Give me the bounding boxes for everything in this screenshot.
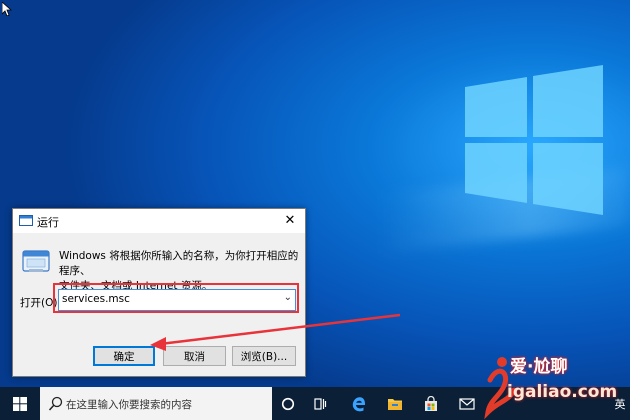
mail-icon (459, 397, 475, 410)
run-large-icon (22, 250, 50, 272)
dialog-title: 运行 (37, 216, 59, 229)
taskbar-search-box[interactable]: 在这里输入你要搜索的内容 (40, 387, 272, 420)
edge-button[interactable] (346, 387, 372, 420)
run-app-icon (19, 215, 33, 226)
store-icon (425, 395, 437, 411)
cancel-button[interactable]: 取消 (163, 346, 226, 366)
cortana-button[interactable] (276, 387, 300, 420)
windows-logo (465, 65, 603, 215)
store-button[interactable] (418, 387, 444, 420)
start-button[interactable] (0, 387, 40, 420)
mail-button[interactable] (454, 387, 480, 420)
windows-start-icon (13, 396, 27, 411)
search-icon (48, 396, 63, 411)
description-line: Windows 将根据你所输入的名称，为你打开相应的程序、 (59, 250, 299, 277)
dialog-titlebar[interactable]: 运行 ✕ (13, 209, 305, 233)
edge-icon (352, 396, 366, 411)
task-view-icon (314, 397, 327, 410)
task-view-button[interactable] (308, 387, 332, 420)
cortana-circle-icon (281, 397, 295, 410)
mouse-cursor-icon (2, 2, 12, 16)
watermark-url: igaliao.com (507, 382, 618, 402)
close-button[interactable]: ✕ (275, 209, 305, 233)
watermark-title: 爱·尬聊 (510, 357, 568, 377)
highlight-box (53, 283, 299, 313)
file-explorer-button[interactable] (382, 387, 408, 420)
browse-button[interactable]: 浏览(B)... (232, 346, 296, 366)
run-dialog: 运行 ✕ Windows 将根据你所输入的名称，为你打开相应的程序、 文件夹、文… (12, 208, 306, 377)
file-explorer-icon (388, 398, 402, 410)
search-placeholder: 在这里输入你要搜索的内容 (66, 399, 192, 411)
ok-button[interactable]: 确定 (93, 346, 155, 366)
